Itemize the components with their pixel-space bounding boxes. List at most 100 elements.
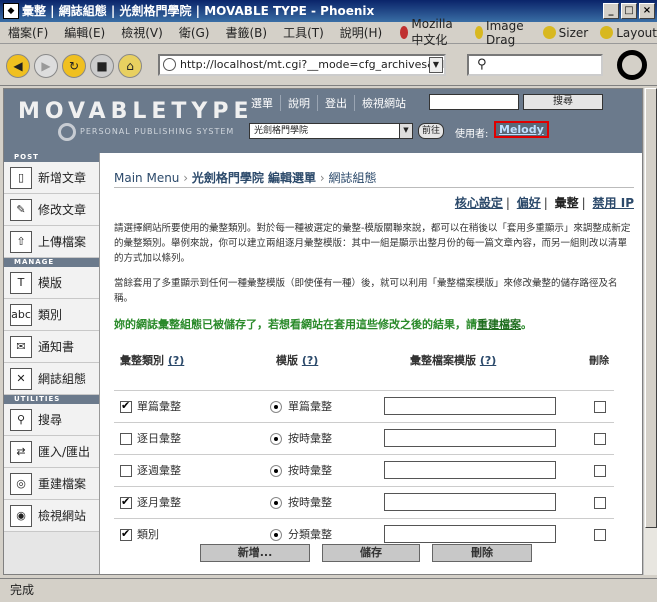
menu-help[interactable]: 說明(H): [340, 24, 382, 41]
menu-go[interactable]: 衛(G): [179, 24, 210, 41]
stop-icon[interactable]: ■: [90, 53, 114, 78]
help-link[interactable]: (?): [168, 354, 184, 367]
sidebar-item-rebuild[interactable]: ◎ 重建檔案: [4, 468, 99, 500]
menu-tools[interactable]: 工具(T): [283, 24, 324, 41]
archive-file-input[interactable]: [384, 397, 556, 415]
ext-image-drag[interactable]: Image Drag: [474, 17, 531, 48]
tab-banlist[interactable]: 禁用 IP: [593, 196, 634, 210]
template-radio[interactable]: [270, 497, 282, 509]
new-entry-icon: ▯: [10, 166, 32, 189]
help-link[interactable]: (?): [302, 354, 318, 367]
archive-file-input[interactable]: [384, 493, 556, 511]
crumb-main-menu[interactable]: Main Menu: [114, 171, 179, 185]
address-dropdown-icon[interactable]: ▼: [429, 57, 443, 73]
sidebar-item-templates[interactable]: T 模版: [4, 267, 99, 299]
address-url: http://localhost/mt.cgi?__mode=cfg_archi…: [180, 58, 446, 71]
table-row: 單篇彙整 單篇彙整: [114, 389, 614, 422]
sidebar-item-search[interactable]: ⚲ 搜尋: [4, 404, 99, 436]
tab-prefs[interactable]: 偏好: [517, 196, 541, 210]
sidebar-section-manage: MANAGE: [4, 258, 99, 267]
blog-select[interactable]: 光劍格門學院 ▼: [249, 123, 413, 139]
archive-checkbox[interactable]: [120, 527, 132, 542]
ext-sizer[interactable]: Sizer: [542, 17, 588, 48]
vertical-scrollbar[interactable]: [643, 88, 657, 575]
sidebar-item-config[interactable]: ✕ 網誌組態: [4, 363, 99, 395]
crumb-current: 網誌組態: [328, 171, 377, 185]
category-icon: abc: [10, 303, 32, 326]
menu-bookmarks[interactable]: 書籤(B): [225, 24, 267, 41]
archive-checkbox[interactable]: [120, 399, 132, 413]
address-bar[interactable]: http://localhost/mt.cgi?__mode=cfg_archi…: [158, 54, 446, 76]
sidebar: POST ▯ 新增文章 ✎ 修改文章 ⇧ 上傳檔案 MANAGE T 模版 abc 類別 …: [4, 153, 100, 574]
crumb-blog-menu[interactable]: 光劍格門學院 編輯選單: [192, 171, 316, 185]
back-icon[interactable]: ◀: [6, 53, 30, 78]
template-radio[interactable]: [270, 465, 282, 477]
ext-layout[interactable]: Layout: [600, 17, 657, 48]
archive-checkbox[interactable]: [120, 495, 132, 509]
sidebar-item-view-site[interactable]: ◉ 檢視網站: [4, 500, 99, 532]
nav-help[interactable]: 說明: [280, 95, 317, 111]
ext-mozilla-zh[interactable]: Mozilla 中文化: [400, 17, 463, 48]
col-file-template: 彙整檔案模版 (?): [410, 354, 497, 367]
sidebar-item-edit-entries[interactable]: ✎ 修改文章: [4, 194, 99, 226]
sidebar-item-upload[interactable]: ⇧ 上傳檔案: [4, 226, 99, 258]
add-button[interactable]: 新增...: [200, 544, 310, 562]
nav-menu[interactable]: 選單: [244, 95, 280, 111]
archive-file-input[interactable]: [384, 429, 556, 447]
nav-logout[interactable]: 登出: [317, 95, 354, 111]
menu-view[interactable]: 檢視(V): [121, 24, 163, 41]
tab-core[interactable]: 核心設定: [455, 196, 503, 210]
user-label: 使用者:: [455, 129, 489, 140]
col-template: 模版 (?): [276, 354, 319, 367]
reload-icon[interactable]: ↻: [62, 53, 86, 78]
archive-file-input[interactable]: [384, 461, 556, 479]
mt-search-input[interactable]: [429, 94, 519, 110]
delete-checkbox[interactable]: [593, 400, 606, 413]
import-export-icon: ⇄: [10, 440, 32, 463]
save-button[interactable]: 儲存: [322, 544, 420, 562]
sidebar-item-new-entry[interactable]: ▯ 新增文章: [4, 162, 99, 194]
template-radio[interactable]: [270, 401, 282, 413]
archive-table: 彙整類別 (?) 模版 (?) 彙整檔案模版 (?) 刪除 單篇彙整 單篇彙整 …: [114, 350, 614, 550]
config-icon: ✕: [10, 367, 32, 390]
sidebar-item-import-export[interactable]: ⇄ 匯入/匯出: [4, 436, 99, 468]
delete-button[interactable]: 刪除: [432, 544, 532, 562]
archive-file-input[interactable]: [384, 525, 556, 544]
sidebar-item-notifications[interactable]: ✉ 通知書: [4, 331, 99, 363]
description-2: 當餘套用了多重顯示到任何一種彙整模版（即使僅有一種）後，就可以利用「彙整檔案模版…: [114, 278, 618, 304]
page-icon: [163, 58, 176, 71]
delete-checkbox[interactable]: [593, 496, 606, 509]
search-input[interactable]: ⚲: [467, 54, 603, 76]
delete-checkbox[interactable]: [593, 464, 606, 477]
menu-edit[interactable]: 編輯(E): [64, 24, 105, 41]
rebuild-link[interactable]: 重建檔案: [477, 318, 521, 331]
sidebar-section-post: POST: [4, 153, 99, 162]
forward-icon[interactable]: ▶: [34, 53, 58, 78]
home-icon[interactable]: ⌂: [118, 53, 142, 78]
table-header: 彙整類別 (?) 模版 (?) 彙整檔案模版 (?) 刪除: [114, 350, 614, 390]
page-content: MOVABLETYPE PERSONAL PUBLISHING SYSTEM 選…: [3, 88, 643, 575]
divider: [114, 187, 634, 188]
layout-icon: [600, 26, 614, 39]
delete-checkbox[interactable]: [593, 432, 606, 445]
help-link[interactable]: (?): [480, 354, 496, 367]
nav-view-site[interactable]: 檢視網站: [354, 95, 413, 111]
upload-icon: ⇧: [10, 230, 32, 253]
mt-header: MOVABLETYPE PERSONAL PUBLISHING SYSTEM 選…: [4, 89, 642, 153]
delete-checkbox[interactable]: [593, 528, 606, 541]
archive-checkbox[interactable]: [120, 433, 132, 445]
go-button[interactable]: 前往: [418, 123, 444, 139]
template-radio[interactable]: [270, 433, 282, 445]
menu-file[interactable]: 檔案(F): [8, 24, 48, 41]
template-radio[interactable]: [270, 529, 282, 542]
username-link[interactable]: Melody: [494, 121, 549, 138]
gear-icon: [58, 123, 76, 141]
template-icon: T: [10, 271, 32, 294]
blog-select-value: 光劍格門學院: [254, 126, 309, 136]
archive-checkbox[interactable]: [120, 465, 132, 477]
action-buttons: 新增... 儲存 刪除: [200, 544, 532, 562]
scrollbar-thumb[interactable]: [645, 88, 657, 528]
sidebar-item-categories[interactable]: abc 類別: [4, 299, 99, 331]
mt-search-button[interactable]: 搜尋: [523, 94, 603, 110]
tab-archives[interactable]: 彙整: [555, 196, 579, 210]
